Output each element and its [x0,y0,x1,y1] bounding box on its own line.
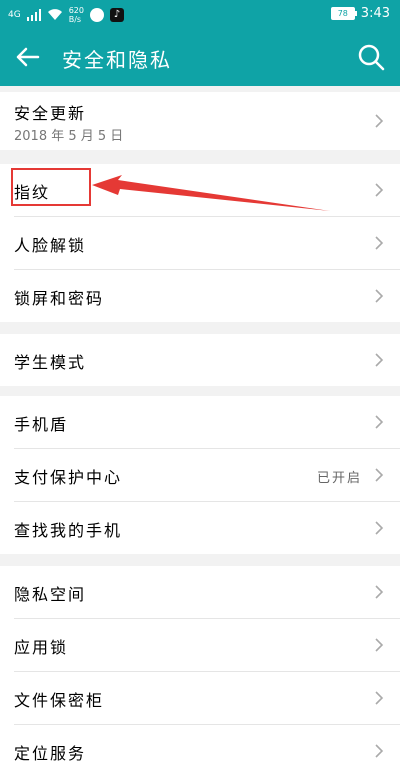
chevron-right-icon [375,521,384,535]
status-text: 已开启 [316,471,362,486]
chevron-right-icon [375,638,384,652]
chevron-right-icon [375,236,384,250]
list-item-private-space[interactable]: 隐私空间 [14,566,400,619]
chevron-right-icon [375,744,384,758]
clock: 3:43 [360,6,390,21]
chevron-right-icon [375,415,384,429]
title-bar: 安全和隐私 [0,28,400,86]
chevron-right-icon [375,585,384,599]
list-item-find-my-phone[interactable]: 查找我的手机 [14,502,400,554]
speed-unit: B/s [68,15,82,24]
item-subtitle: 2018 年 5 月 5 日 [14,129,124,144]
settings-group-privacy: 隐私空间 应用锁 文件保密柜 定位服务 [0,566,400,777]
list-item-payment-protection[interactable]: 支付保护中心 已开启 [14,449,400,502]
arrow-left-icon[interactable] [10,40,44,74]
search-icon[interactable] [354,40,388,74]
speed-value: 620 [68,6,84,15]
item-label: 隐私空间 [14,585,87,604]
list-item-security-update[interactable]: 安全更新 2018 年 5 月 5 日 [14,92,400,150]
item-label: 手机盾 [14,415,69,434]
settings-group-student: 学生模式 [0,334,400,386]
list-item-app-lock[interactable]: 应用锁 [14,619,400,672]
signal-icon [26,9,41,21]
network-speed: 620 B/s [69,6,84,24]
item-label: 安全更新 [14,104,87,123]
list-item-student-mode[interactable]: 学生模式 [14,334,400,386]
item-label: 支付保护中心 [14,468,123,487]
item-label: 学生模式 [14,353,87,372]
settings-group-updates: 安全更新 2018 年 5 月 5 日 [0,92,400,150]
item-label: 定位服务 [14,744,87,763]
chevron-right-icon [375,183,384,197]
list-item-lock-screen[interactable]: 锁屏和密码 [14,270,400,322]
settings-group-phone-security: 手机盾 支付保护中心 已开启 查找我的手机 [0,396,400,554]
chevron-right-icon [375,691,384,705]
chevron-right-icon [375,353,384,367]
tiktok-icon: ♪ [109,8,124,22]
page-title: 安全和隐私 [62,48,172,72]
highlight-box [11,168,91,206]
list-item-file-safe[interactable]: 文件保密柜 [14,672,400,725]
app-notification-icon [89,8,104,22]
status-bar: 4G 620 B/s ♪ 78 3:43 [0,0,400,28]
chevron-right-icon [375,114,384,128]
battery-icon: 78 [330,7,357,20]
chevron-right-icon [375,289,384,303]
item-label: 人脸解锁 [14,236,87,255]
list-item-location-service[interactable]: 定位服务 [14,725,400,777]
wifi-icon [47,9,62,20]
item-label: 应用锁 [14,638,69,657]
list-item-face-unlock[interactable]: 人脸解锁 [14,217,400,270]
item-label: 文件保密柜 [14,691,105,710]
chevron-right-icon [375,468,384,482]
item-label: 查找我的手机 [14,521,123,540]
item-label: 锁屏和密码 [14,289,105,308]
network-type: 4G [8,9,21,20]
list-item-phone-shield[interactable]: 手机盾 [14,396,400,449]
